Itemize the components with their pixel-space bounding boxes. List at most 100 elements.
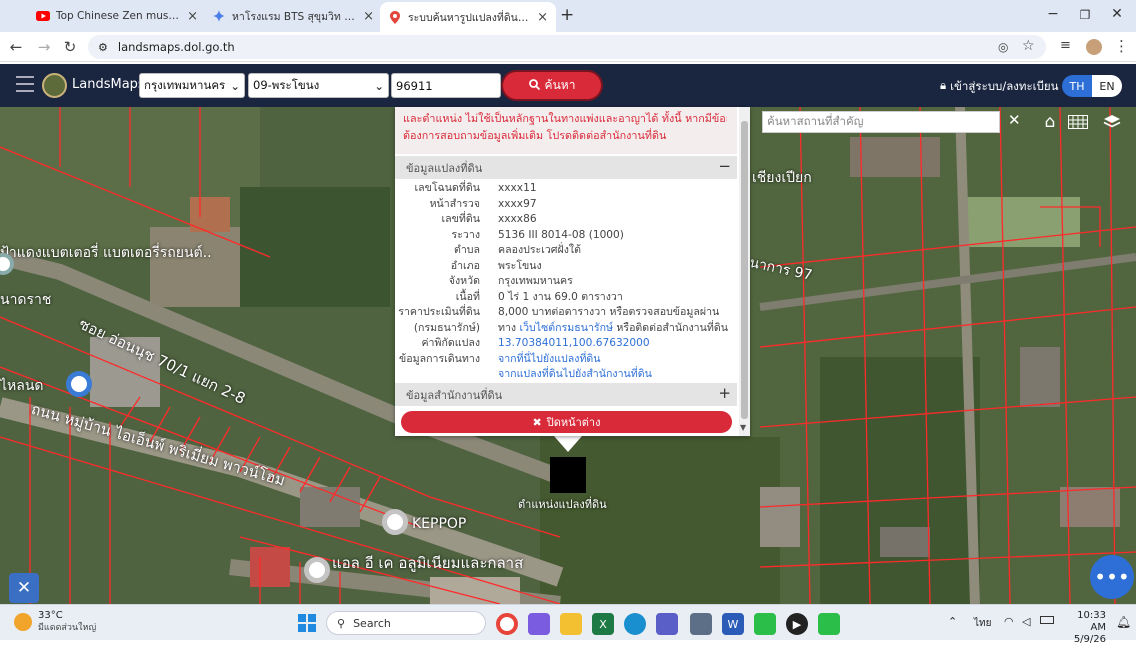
camera-icon[interactable] [690,613,712,635]
site-settings-icon[interactable]: ⚙ [98,41,108,54]
media-player-icon[interactable]: ▶ [786,613,808,635]
lang-en-button[interactable]: EN [1092,75,1122,97]
file-explorer-icon[interactable] [560,613,582,635]
chrome-icon[interactable] [496,613,518,635]
price-label-sub: (กรมธนารักษ์) [413,321,480,334]
detail-row: เนื้อที่ 0 ไร่ 1 งาน 69.0 ตารางวา [395,290,737,306]
teams-icon[interactable] [656,613,678,635]
treasury-website-link[interactable]: เว็บไซต์กรมธนารักษ์ [519,322,613,334]
grid-index-icon[interactable] [1064,110,1092,134]
reload-icon[interactable]: ↻ [60,38,80,56]
battery-icon[interactable] [1040,616,1054,624]
tab-landsmaps[interactable]: ระบบค้นหารูปแปลงที่ดิน (LandsMap × [380,2,556,32]
notice-line-1: และตำแหน่ง ไม่ใช้เป็นหลักฐานในทางแพ่งและ… [403,112,727,125]
forward-icon[interactable]: → [34,38,54,56]
close-tab-icon[interactable]: × [363,9,374,24]
close-popup-button[interactable]: ✖ ปิดหน้าต่าง [401,411,732,433]
map-place-pin-icon[interactable] [304,557,330,583]
province-select[interactable]: กรุงเทพมหานคร ⌄ [139,73,245,98]
coords-link[interactable]: 13.70384011,100.67632000 [498,336,737,352]
layers-icon[interactable] [1098,110,1126,134]
coords-row: ค่าพิกัดแปลง 13.70384011,100.67632000 [395,336,737,352]
more-options-fab[interactable]: ••• [1090,555,1134,599]
tab-gemini[interactable]: หาโรงแรม BTS สุขุมวิท 500-1,000 ต่ × [204,4,382,28]
weather-widget[interactable]: 33°C มีแดดส่วนใหญ่ [38,610,96,634]
media-control-icon[interactable]: ≡ [1060,38,1071,53]
back-icon[interactable]: ← [6,38,26,56]
price-value-line-2: ทาง เว็บไซต์กรมธนารักษ์ หรือติดต่อสำนักง… [498,321,737,337]
travel-link-to-office[interactable]: จากแปลงที่ดินไปยังสำนักงานที่ดิน [498,367,737,383]
eye-off-icon[interactable]: ◎ [998,40,1008,54]
close-window-icon[interactable]: ✕ [1102,6,1132,22]
parcel-number-input[interactable]: 96911 [391,73,501,98]
place-search-input[interactable]: ค้นหาสถานที่สำคัญ [762,111,1000,133]
travel-row-2: จากแปลงที่ดินไปยังสำนักงานที่ดิน [395,367,737,383]
map-place-pin-icon[interactable] [382,509,408,535]
taskbar-search-label: Search [353,616,391,630]
scroll-down-icon[interactable]: ▼ [740,423,746,432]
measure-tool-icon[interactable]: ✕ [9,573,39,603]
address-bar: ← → ↻ ⚙ landsmaps.dol.go.th ◎ ☆ ≡ ⋮ [0,32,1136,62]
section-parcel-info[interactable]: ข้อมูลแปลงที่ดิน − [395,156,737,179]
excel-icon[interactable]: X [592,613,614,635]
taskbar-search[interactable]: ⚲ Search [326,611,486,635]
detail-value: กรุงเทพมหานคร [498,275,573,287]
url-field[interactable]: ⚙ landsmaps.dol.go.th [88,35,1046,59]
new-tab-button[interactable]: + [560,5,578,25]
price-row-2: (กรมธนารักษ์) ทาง เว็บไซต์กรมธนารักษ์ หร… [395,321,737,337]
price-via: ทาง [498,321,517,334]
close-tab-icon[interactable]: × [187,9,198,24]
search-button[interactable]: ค้นหา [503,72,601,99]
clear-search-icon[interactable]: ✕ [1008,111,1021,129]
wifi-icon[interactable]: ◠ [1004,615,1014,628]
login-link[interactable]: 🔒︎ เข้าสู่ระบบ/ลงทะเบียน [940,78,1058,96]
youtube-icon [36,9,50,23]
tray-chevron-up-icon[interactable]: ⌃ [948,615,957,628]
minimize-icon[interactable]: − [1038,6,1068,22]
line-icon[interactable] [818,613,840,635]
home-icon[interactable]: ⌂ [1036,110,1064,134]
price-contact: หรือติดต่อสำนักงานที่ดิน [616,321,728,334]
section-land-office[interactable]: ข้อมูลสำนักงานที่ดิน + [395,383,737,406]
line-icon[interactable] [754,613,776,635]
windows-start-icon[interactable] [298,614,316,632]
clock-date: 5/9/26 [1073,634,1106,645]
district-select[interactable]: 09-พระโขนง ⌄ [248,73,389,98]
travel-row: ข้อมูลการเดินทาง จากที่นี่ไปยังแปลงที่ดิ… [395,352,737,368]
notification-bell-icon[interactable]: 🔔︎ [1116,615,1131,629]
map-place-pin-icon[interactable] [66,371,92,397]
close-tab-icon[interactable]: × [537,10,548,25]
menu-dots-icon[interactable]: ⋮ [1114,37,1129,55]
bookmark-star-icon[interactable]: ☆ [1022,38,1035,54]
travel-link-to-parcel[interactable]: จากที่นี่ไปยังแปลงที่ดิน [498,352,737,368]
profile-avatar[interactable] [1086,39,1102,55]
volume-icon[interactable]: ◁ [1022,615,1030,628]
map-label-left: ไหลนด [0,378,44,394]
expand-icon[interactable]: + [718,384,731,402]
system-clock[interactable]: 10:33 AM 5/9/26 [1064,610,1106,646]
word-icon[interactable]: W [722,613,744,635]
copilot-icon[interactable] [528,613,550,635]
parcel-location-marker[interactable] [550,457,586,493]
detail-row: หน้าสำรวจ xxxx97 [395,197,737,213]
restore-icon[interactable]: ❐ [1070,8,1100,22]
edge-icon[interactable] [624,613,646,635]
detail-row: จังหวัด กรุงเทพมหานคร [395,274,737,290]
tab-title: ระบบค้นหารูปแปลงที่ดิน (LandsMap [408,11,532,24]
input-language[interactable]: ไทย [974,616,991,631]
scrollbar-thumb[interactable] [741,121,748,419]
detail-value: xxxx97 [498,197,537,210]
search-icon [528,78,540,93]
popup-scrollbar[interactable]: ▼ [739,107,750,436]
tab-youtube[interactable]: Top Chinese Zen music: Bambo × [28,4,206,28]
search-button-label: ค้นหา [544,78,576,92]
collapse-icon[interactable]: − [718,157,731,175]
hamburger-menu-icon[interactable] [16,76,34,92]
weather-sun-icon [14,613,32,631]
chevron-down-icon: ⌄ [230,78,240,93]
price-row: ราคาประเมินที่ดิน 8,000 บาทต่อตารางวา หร… [395,305,737,321]
lang-th-button[interactable]: TH [1062,75,1092,97]
disclaimer-notice: และตำแหน่ง ไม่ใช้เป็นหลักฐานในทางแพ่งและ… [395,107,737,154]
location-pin-icon [388,10,402,24]
detail-value: xxxx11 [498,182,537,194]
